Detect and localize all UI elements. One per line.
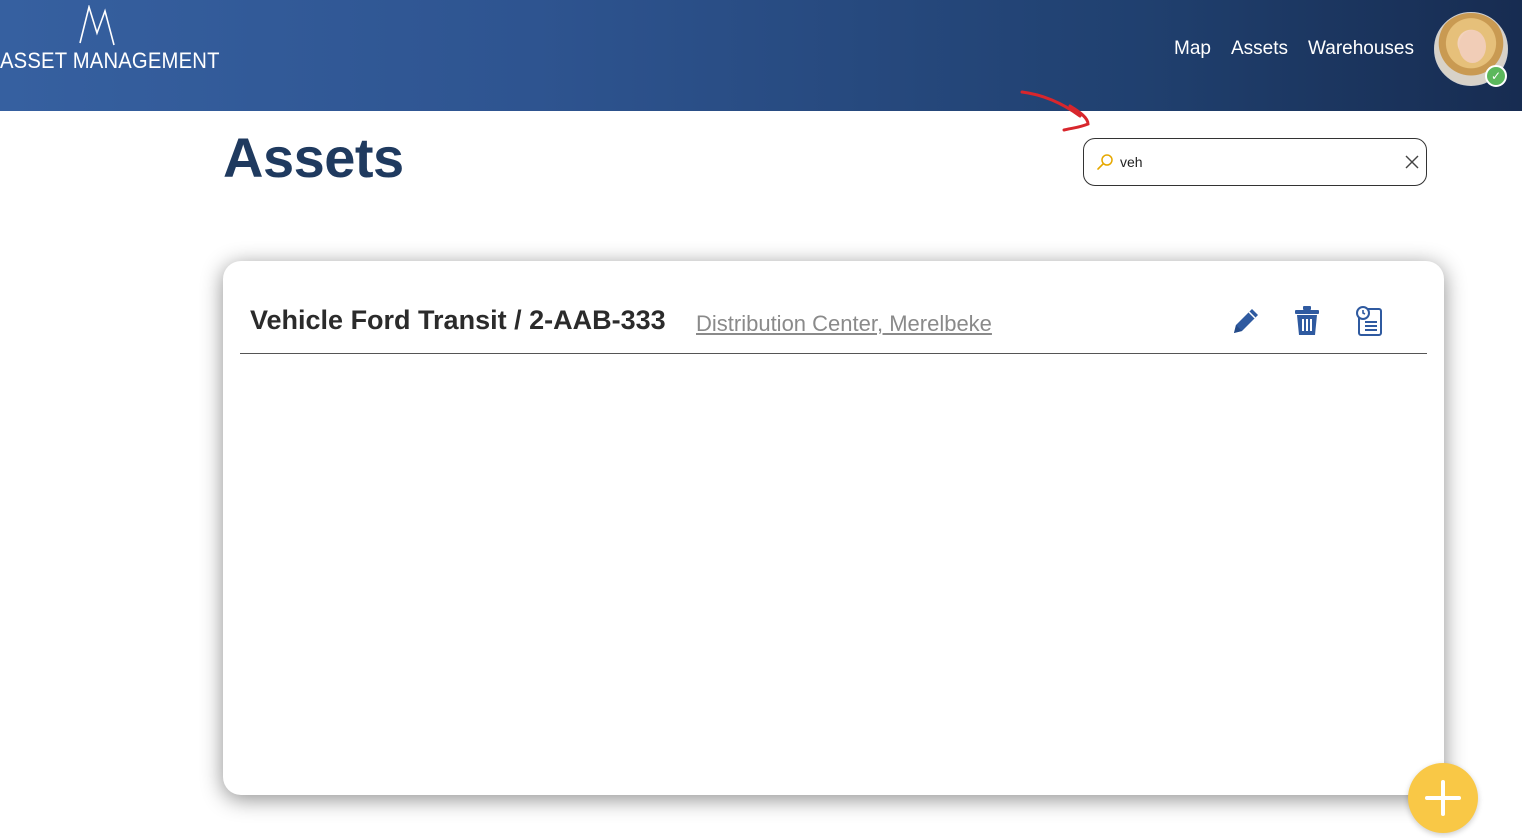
clipboard-list-icon[interactable] bbox=[1353, 305, 1385, 337]
search-input[interactable] bbox=[1120, 151, 1390, 173]
logo-mark-icon bbox=[79, 5, 115, 46]
nav-assets[interactable]: Assets bbox=[1231, 38, 1288, 60]
asset-name: Vehicle Ford Transit / 2-AAB-333 bbox=[250, 305, 666, 335]
main-nav: Map Assets Warehouses bbox=[1174, 38, 1414, 60]
search-box[interactable] bbox=[1083, 138, 1427, 186]
add-asset-button[interactable] bbox=[1408, 763, 1478, 833]
user-avatar[interactable]: ✓ bbox=[1434, 12, 1508, 87]
trash-icon[interactable] bbox=[1292, 305, 1322, 337]
asset-row[interactable]: Vehicle Ford Transit / 2-AAB-333 Distrib… bbox=[240, 291, 1427, 354]
nav-warehouses[interactable]: Warehouses bbox=[1308, 38, 1414, 60]
asset-list-card: Vehicle Ford Transit / 2-AAB-333 Distrib… bbox=[223, 261, 1444, 795]
online-status-icon: ✓ bbox=[1485, 65, 1507, 87]
nav-map[interactable]: Map bbox=[1174, 38, 1211, 60]
logo-text: ASSET MANAGEMENT bbox=[0, 48, 220, 73]
avatar-face bbox=[1459, 30, 1486, 63]
pencil-icon[interactable] bbox=[1230, 305, 1262, 337]
asset-location-link[interactable]: Distribution Center, Merelbeke bbox=[696, 311, 992, 337]
page-title: Assets bbox=[223, 126, 404, 189]
annotation-arrow-icon bbox=[1020, 90, 1090, 132]
logo[interactable]: ASSET MANAGEMENT bbox=[0, 0, 219, 111]
close-icon[interactable] bbox=[1404, 154, 1420, 170]
top-header: ASSET MANAGEMENT Map Assets Warehouses ✓ bbox=[0, 0, 1522, 111]
plus-icon bbox=[1425, 780, 1461, 816]
search-icon bbox=[1097, 154, 1113, 170]
